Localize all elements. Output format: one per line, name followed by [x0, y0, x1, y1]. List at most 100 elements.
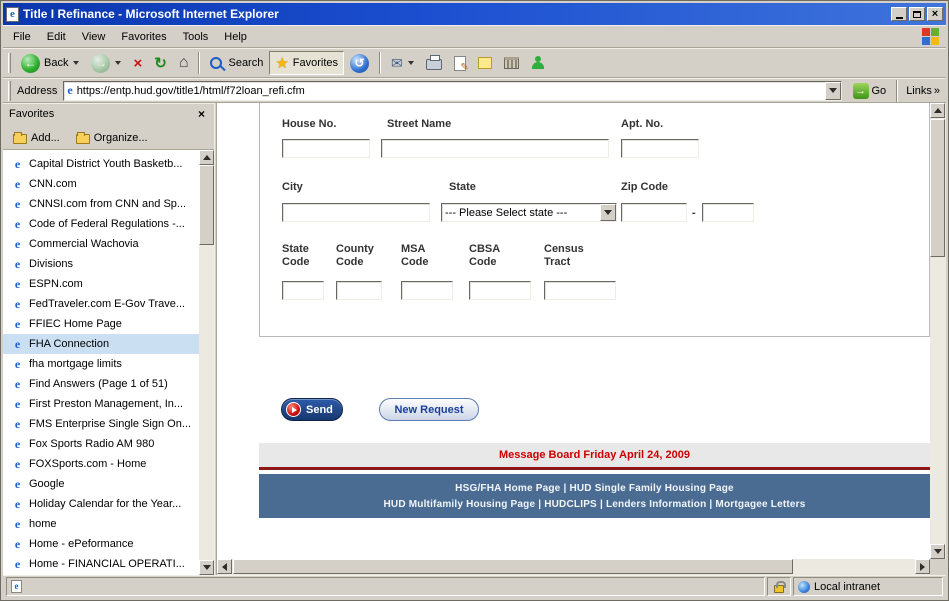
browser-window: e Title I Refinance - Microsoft Internet… [0, 0, 949, 601]
favorites-item[interactable]: eCNN.com [3, 174, 199, 194]
messenger-button[interactable] [525, 53, 551, 73]
zip-plus4-input[interactable] [702, 203, 754, 222]
history-button[interactable]: ↺ [344, 51, 375, 76]
address-dropdown-button[interactable] [825, 82, 841, 100]
refresh-button[interactable]: ↻ [148, 51, 173, 75]
toolbar-separator [379, 52, 381, 74]
state-code-input[interactable] [282, 281, 324, 300]
cbsa-code-input[interactable] [469, 281, 531, 300]
favorites-button[interactable]: ★ Favorites [269, 51, 344, 75]
state-select-dropdown-button[interactable] [600, 204, 616, 221]
add-favorite-button[interactable]: Add... [7, 129, 66, 147]
footer-link[interactable]: HUD Single Family Housing Page [569, 483, 733, 494]
census-tract-input[interactable] [544, 281, 616, 300]
edit-button[interactable]: ✎ [448, 53, 472, 74]
print-button[interactable] [420, 53, 448, 73]
organize-favorites-button[interactable]: Organize... [70, 129, 154, 147]
footer-link[interactable]: HUD Multifamily Housing Page [383, 499, 535, 510]
favorites-item[interactable]: eFox Sports Radio AM 980 [3, 434, 199, 454]
footer-link[interactable]: HSG/FHA Home Page [455, 483, 560, 494]
links-label[interactable]: Links [906, 85, 932, 97]
favorites-item-label: Holiday Calendar for the Year... [29, 498, 181, 510]
content-horizontal-scrollbar[interactable] [217, 559, 930, 575]
favorites-item[interactable]: eESPN.com [3, 274, 199, 294]
arrow-up-icon [934, 108, 942, 113]
favorites-item[interactable]: eFedTraveler.com E-Gov Trave... [3, 294, 199, 314]
favorites-item[interactable]: eCode of Federal Regulations -... [3, 214, 199, 234]
favorites-item[interactable]: eDivisions [3, 254, 199, 274]
favorites-item[interactable]: eFHA Connection [3, 334, 199, 354]
go-button[interactable]: → Go [847, 81, 893, 101]
go-label: Go [872, 85, 887, 97]
footer-link[interactable]: Mortgagee Letters [715, 499, 805, 510]
favorites-item[interactable]: eGoogle [3, 474, 199, 494]
street-name-input[interactable] [381, 139, 609, 158]
msa-code-input[interactable] [401, 281, 453, 300]
favorites-close-icon[interactable]: × [195, 107, 208, 121]
favorites-item[interactable]: eFirst Preston Management, In... [3, 394, 199, 414]
addressbar-grip[interactable] [8, 81, 11, 101]
house-no-input[interactable] [282, 139, 370, 158]
scrollbar-thumb[interactable] [233, 559, 793, 574]
back-button[interactable]: ← Back [15, 51, 85, 76]
menu-item-file[interactable]: File [5, 28, 39, 46]
scrollbar-thumb[interactable] [199, 165, 214, 245]
favorites-item[interactable]: eFFIEC Home Page [3, 314, 199, 334]
state-select[interactable]: --- Please Select state --- [441, 203, 617, 222]
search-button[interactable]: Search [204, 54, 269, 72]
new-request-button[interactable]: New Request [379, 398, 479, 421]
maximize-button[interactable] [909, 7, 925, 21]
footer-link[interactable]: HUDCLIPS [544, 499, 597, 510]
favorites-item[interactable]: eCommercial Wachovia [3, 234, 199, 254]
address-combo[interactable]: e https://entp.hud.gov/title1/html/f72lo… [63, 81, 841, 101]
minimize-button[interactable] [891, 7, 907, 21]
discuss-button[interactable] [472, 54, 498, 72]
scroll-down-button[interactable] [930, 544, 945, 559]
close-button[interactable]: × [927, 7, 943, 21]
favorites-item[interactable]: eFOXSports.com - Home [3, 454, 199, 474]
scrollbar-thumb[interactable] [930, 119, 945, 257]
scroll-left-button[interactable] [217, 559, 232, 574]
scroll-right-button[interactable] [915, 559, 930, 574]
street-name-label: Street Name [387, 118, 451, 131]
scroll-up-button[interactable] [930, 103, 945, 118]
favorites-item[interactable]: eFind Answers (Page 1 of 51) [3, 374, 199, 394]
zip-code-input[interactable] [621, 203, 687, 222]
favorites-item[interactable]: eHome - FINANCIAL OPERATI... [3, 554, 199, 574]
message-board-band: Message Board Friday April 24, 2009 [259, 443, 930, 470]
content-vertical-scrollbar[interactable] [930, 103, 946, 559]
favorites-toolbar: Add... Organize... [3, 125, 214, 150]
city-input[interactable] [282, 203, 430, 222]
footer-link[interactable]: Lenders Information [606, 499, 706, 510]
apt-no-input[interactable] [621, 139, 699, 158]
menu-item-help[interactable]: Help [216, 28, 255, 46]
favorites-item[interactable]: eCapital District Youth Basketb... [3, 154, 199, 174]
menu-item-view[interactable]: View [74, 28, 114, 46]
favorites-item[interactable]: eHoliday Calendar for the Year... [3, 494, 199, 514]
send-button[interactable]: Send [281, 398, 343, 421]
windows-logo-icon [922, 28, 940, 46]
forward-button[interactable]: → [85, 51, 127, 76]
menu-item-favorites[interactable]: Favorites [113, 28, 174, 46]
sidebar-scrollbar[interactable] [199, 150, 214, 575]
favorites-item[interactable]: ehome [3, 514, 199, 534]
links-chevron-icon[interactable]: » [934, 85, 940, 97]
menu-item-edit[interactable]: Edit [39, 28, 74, 46]
favorites-item[interactable]: eHome - ePeformance [3, 534, 199, 554]
address-url[interactable]: https://entp.hud.gov/title1/html/f72loan… [77, 85, 825, 97]
stop-button[interactable]: × [127, 52, 148, 75]
favorites-item[interactable]: eCNNSI.com from CNN and Sp... [3, 194, 199, 214]
mail-button[interactable]: ✉ [385, 52, 420, 75]
favorites-item[interactable]: efha mortgage limits [3, 354, 199, 374]
research-button[interactable] [498, 54, 525, 72]
mail-dropdown-icon [408, 61, 414, 65]
ie-favicon: e [11, 517, 24, 532]
home-button[interactable]: ⌂ [173, 51, 195, 75]
favorites-item-label: Find Answers (Page 1 of 51) [29, 378, 168, 390]
county-code-input[interactable] [336, 281, 382, 300]
scroll-up-button[interactable] [199, 150, 214, 165]
favorites-item[interactable]: eFMS Enterprise Single Sign On... [3, 414, 199, 434]
menu-item-tools[interactable]: Tools [175, 28, 217, 46]
scroll-down-button[interactable] [199, 560, 214, 575]
toolbar-grip[interactable] [8, 53, 11, 73]
